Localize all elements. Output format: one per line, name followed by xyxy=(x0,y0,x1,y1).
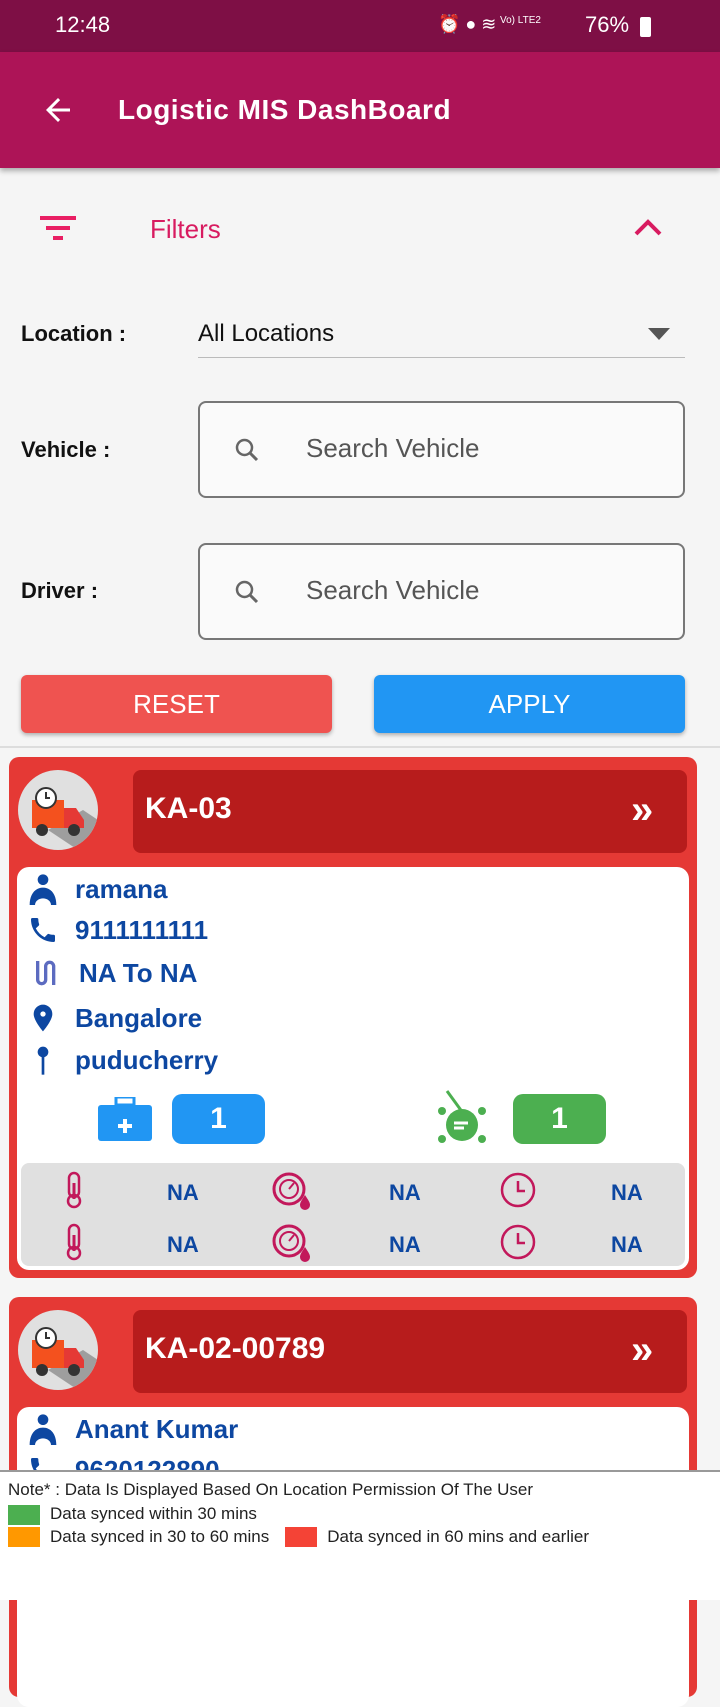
vehicle-search-input[interactable]: Search Vehicle xyxy=(198,401,685,498)
double-chevron-right-icon[interactable]: » xyxy=(631,1328,653,1373)
idle-count-badge: 1 xyxy=(513,1094,606,1144)
location-value: All Locations xyxy=(198,320,335,347)
red-swatch xyxy=(285,1527,318,1548)
driver-icon xyxy=(29,874,57,905)
truck-avatar xyxy=(18,1310,98,1390)
double-chevron-right-icon[interactable]: » xyxy=(631,788,653,833)
filter-icon xyxy=(40,216,76,240)
fuel-gauge-icon xyxy=(271,1171,315,1216)
truck-clock-icon xyxy=(32,787,98,850)
thermometer-icon xyxy=(63,1223,85,1266)
search-icon xyxy=(235,438,259,462)
driver-phone: 9111111111 xyxy=(75,914,209,945)
map-pin-icon xyxy=(33,1004,53,1032)
thermometer-icon xyxy=(63,1171,85,1214)
route-row: NA To NA xyxy=(31,957,197,989)
first-aid-kit-icon xyxy=(98,1097,152,1141)
status-bar: 12:48 ⏰ ● ≋ Vo) LTE2 76% xyxy=(0,0,720,52)
dropdown-arrow-icon xyxy=(648,328,670,340)
driver-name: ramana xyxy=(75,873,168,904)
sensor-value: NA xyxy=(389,1180,421,1205)
chevron-up-icon xyxy=(634,219,662,236)
driver-icon xyxy=(29,1414,57,1445)
legend-label: Data synced within 30 mins xyxy=(50,1504,257,1523)
vehicle-header[interactable]: KA-02-00789 » xyxy=(133,1310,687,1393)
driver-row: Anant Kumar xyxy=(27,1413,238,1445)
phone-row: 9111111111 xyxy=(27,914,208,946)
clock-icon xyxy=(499,1171,537,1214)
sensor-panel: NA NA NA NA NA NA xyxy=(21,1163,685,1266)
orange-swatch xyxy=(8,1527,40,1548)
battery-icon xyxy=(640,17,651,37)
status-icons: ⏰ ● ≋ xyxy=(438,14,497,34)
legend-label: Data synced in 60 mins and earlier xyxy=(327,1526,589,1546)
location-row: Bangalore xyxy=(27,1002,202,1034)
search-icon xyxy=(235,580,259,604)
location-dropdown[interactable]: All Locations xyxy=(198,310,685,358)
clock: 12:48 xyxy=(55,12,111,37)
clock-icon xyxy=(499,1223,537,1266)
driver-label: Driver : xyxy=(21,578,99,603)
idle-turtle-icon xyxy=(438,1090,486,1143)
sensor-value: NA xyxy=(389,1232,421,1257)
back-arrow-icon[interactable] xyxy=(40,92,76,128)
vehicle-number: KA-03 xyxy=(145,792,232,825)
sensor-value: NA xyxy=(167,1180,199,1205)
place-row: puducherry xyxy=(27,1044,218,1076)
driver-placeholder: Search Vehicle xyxy=(306,575,480,605)
route-icon xyxy=(36,960,56,986)
legend-footer: Note* : Data Is Displayed Based On Locat… xyxy=(0,1470,720,1600)
sensor-value: NA xyxy=(611,1180,643,1205)
vehicle-card[interactable]: KA-03 » ramana 9111111111 NA To NA Banga… xyxy=(9,757,697,1278)
vehicle-placeholder: Search Vehicle xyxy=(306,433,480,463)
location-permission-note: Note* : Data Is Displayed Based On Locat… xyxy=(8,1480,534,1499)
network-label: Vo) LTE2 xyxy=(500,15,541,26)
vehicle-label: Vehicle : xyxy=(21,437,111,462)
route-text: NA To NA xyxy=(79,957,198,988)
page-title: Logistic MIS DashBoard xyxy=(118,94,452,125)
battery-level: 76% xyxy=(585,12,630,37)
apply-button[interactable]: APPLY xyxy=(374,675,685,733)
driver-row: ramana xyxy=(27,873,168,905)
sensor-value: NA xyxy=(611,1232,643,1257)
green-swatch xyxy=(8,1504,40,1525)
kit-count-badge: 1 xyxy=(172,1094,265,1144)
truck-avatar xyxy=(18,770,98,850)
sensor-value: NA xyxy=(167,1232,199,1257)
fuel-gauge-icon xyxy=(271,1223,315,1268)
location-label: Location : xyxy=(21,321,127,346)
location-text: Bangalore xyxy=(75,1002,203,1033)
divider xyxy=(0,746,720,748)
reset-button[interactable]: RESET xyxy=(21,675,332,733)
phone-icon xyxy=(31,918,55,942)
pushpin-icon xyxy=(37,1046,49,1075)
filters-toggle[interactable]: Filters xyxy=(0,190,720,270)
vehicle-header[interactable]: KA-03 » xyxy=(133,770,687,853)
app-bar: Logistic MIS DashBoard xyxy=(0,52,720,168)
filters-title: Filters xyxy=(150,214,221,244)
driver-name: Anant Kumar xyxy=(75,1413,239,1444)
vehicle-details: ramana 9111111111 NA To NA Bangalore pud… xyxy=(17,867,689,1270)
truck-clock-icon xyxy=(32,1327,98,1390)
legend-label: Data synced in 30 to 60 mins xyxy=(50,1526,270,1546)
place-text: puducherry xyxy=(75,1044,219,1075)
driver-search-input[interactable]: Search Vehicle xyxy=(198,543,685,640)
vehicle-number: KA-02-00789 xyxy=(145,1332,326,1365)
